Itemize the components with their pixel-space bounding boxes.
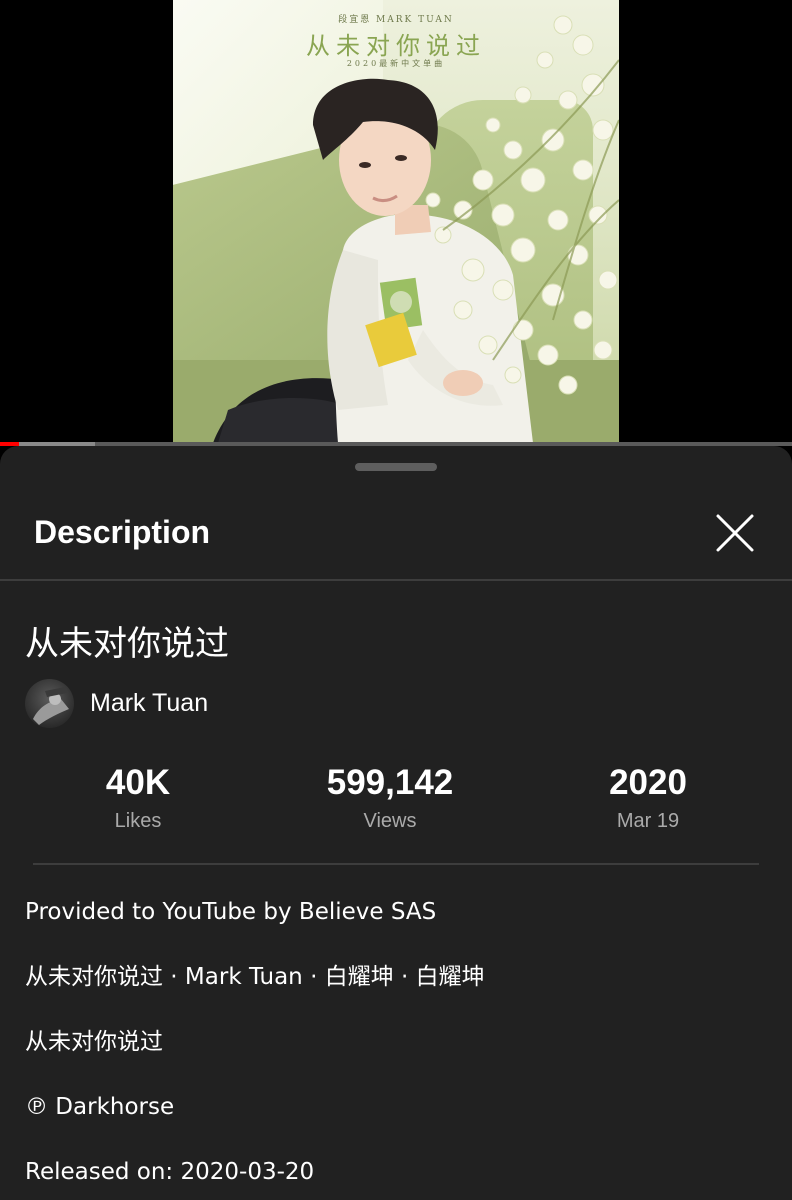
stat-likes-label: Likes: [114, 810, 162, 832]
video-player[interactable]: 段宜恩 MARK TUAN 从未对你说过 2020最新中文单曲: [0, 0, 792, 446]
description-line: 从未对你说过: [25, 1029, 163, 1055]
description-line: 从未对你说过 · Mark Tuan · 白耀坤 · 白耀坤: [25, 964, 485, 990]
video-thumbnail[interactable]: 段宜恩 MARK TUAN 从未对你说过 2020最新中文单曲: [173, 0, 619, 443]
avatar-photo: [33, 686, 69, 725]
stats-divider: [33, 863, 759, 865]
channel-row[interactable]: Mark Tuan: [25, 678, 208, 728]
stat-views-value: 599,142: [326, 763, 454, 802]
stat-date-year: 2020: [609, 763, 687, 802]
stat-views-label: Views: [363, 810, 417, 832]
sheet-title: Description: [34, 514, 211, 550]
description-line: Released on: 2020-03-20: [25, 1159, 315, 1185]
description-line: ℗ Darkhorse: [25, 1094, 175, 1120]
poster-title: 从未对你说过: [306, 32, 486, 60]
stat-date: 2020 Mar 19: [518, 764, 778, 833]
stat-views: 599,142 Views: [260, 764, 520, 833]
channel-avatar[interactable]: [25, 678, 74, 728]
description-body: Provided to YouTube by Believe SAS 从未对你说…: [25, 898, 765, 1200]
close-icon: [716, 514, 754, 552]
close-button[interactable]: [710, 508, 760, 558]
video-title: 从未对你说过: [25, 624, 229, 664]
drag-handle[interactable]: [355, 463, 437, 471]
stat-date-day: Mar 19: [616, 810, 680, 832]
stat-likes-value: 40K: [105, 763, 171, 802]
stat-likes: 40K Likes: [8, 764, 268, 833]
description-line: Provided to YouTube by Believe SAS: [25, 899, 437, 925]
poster-subtitle: 2020最新中文单曲: [346, 59, 446, 68]
poster-artist-line: 段宜恩 MARK TUAN: [338, 15, 454, 25]
stats-row: 40K Likes 599,142 Views 2020 Mar 19: [0, 764, 792, 834]
description-sheet: Description 从未对你说过 Mark Tuan 40K Likes 5…: [0, 446, 792, 1200]
header-divider: [0, 579, 792, 581]
channel-name[interactable]: Mark Tuan: [90, 689, 208, 718]
